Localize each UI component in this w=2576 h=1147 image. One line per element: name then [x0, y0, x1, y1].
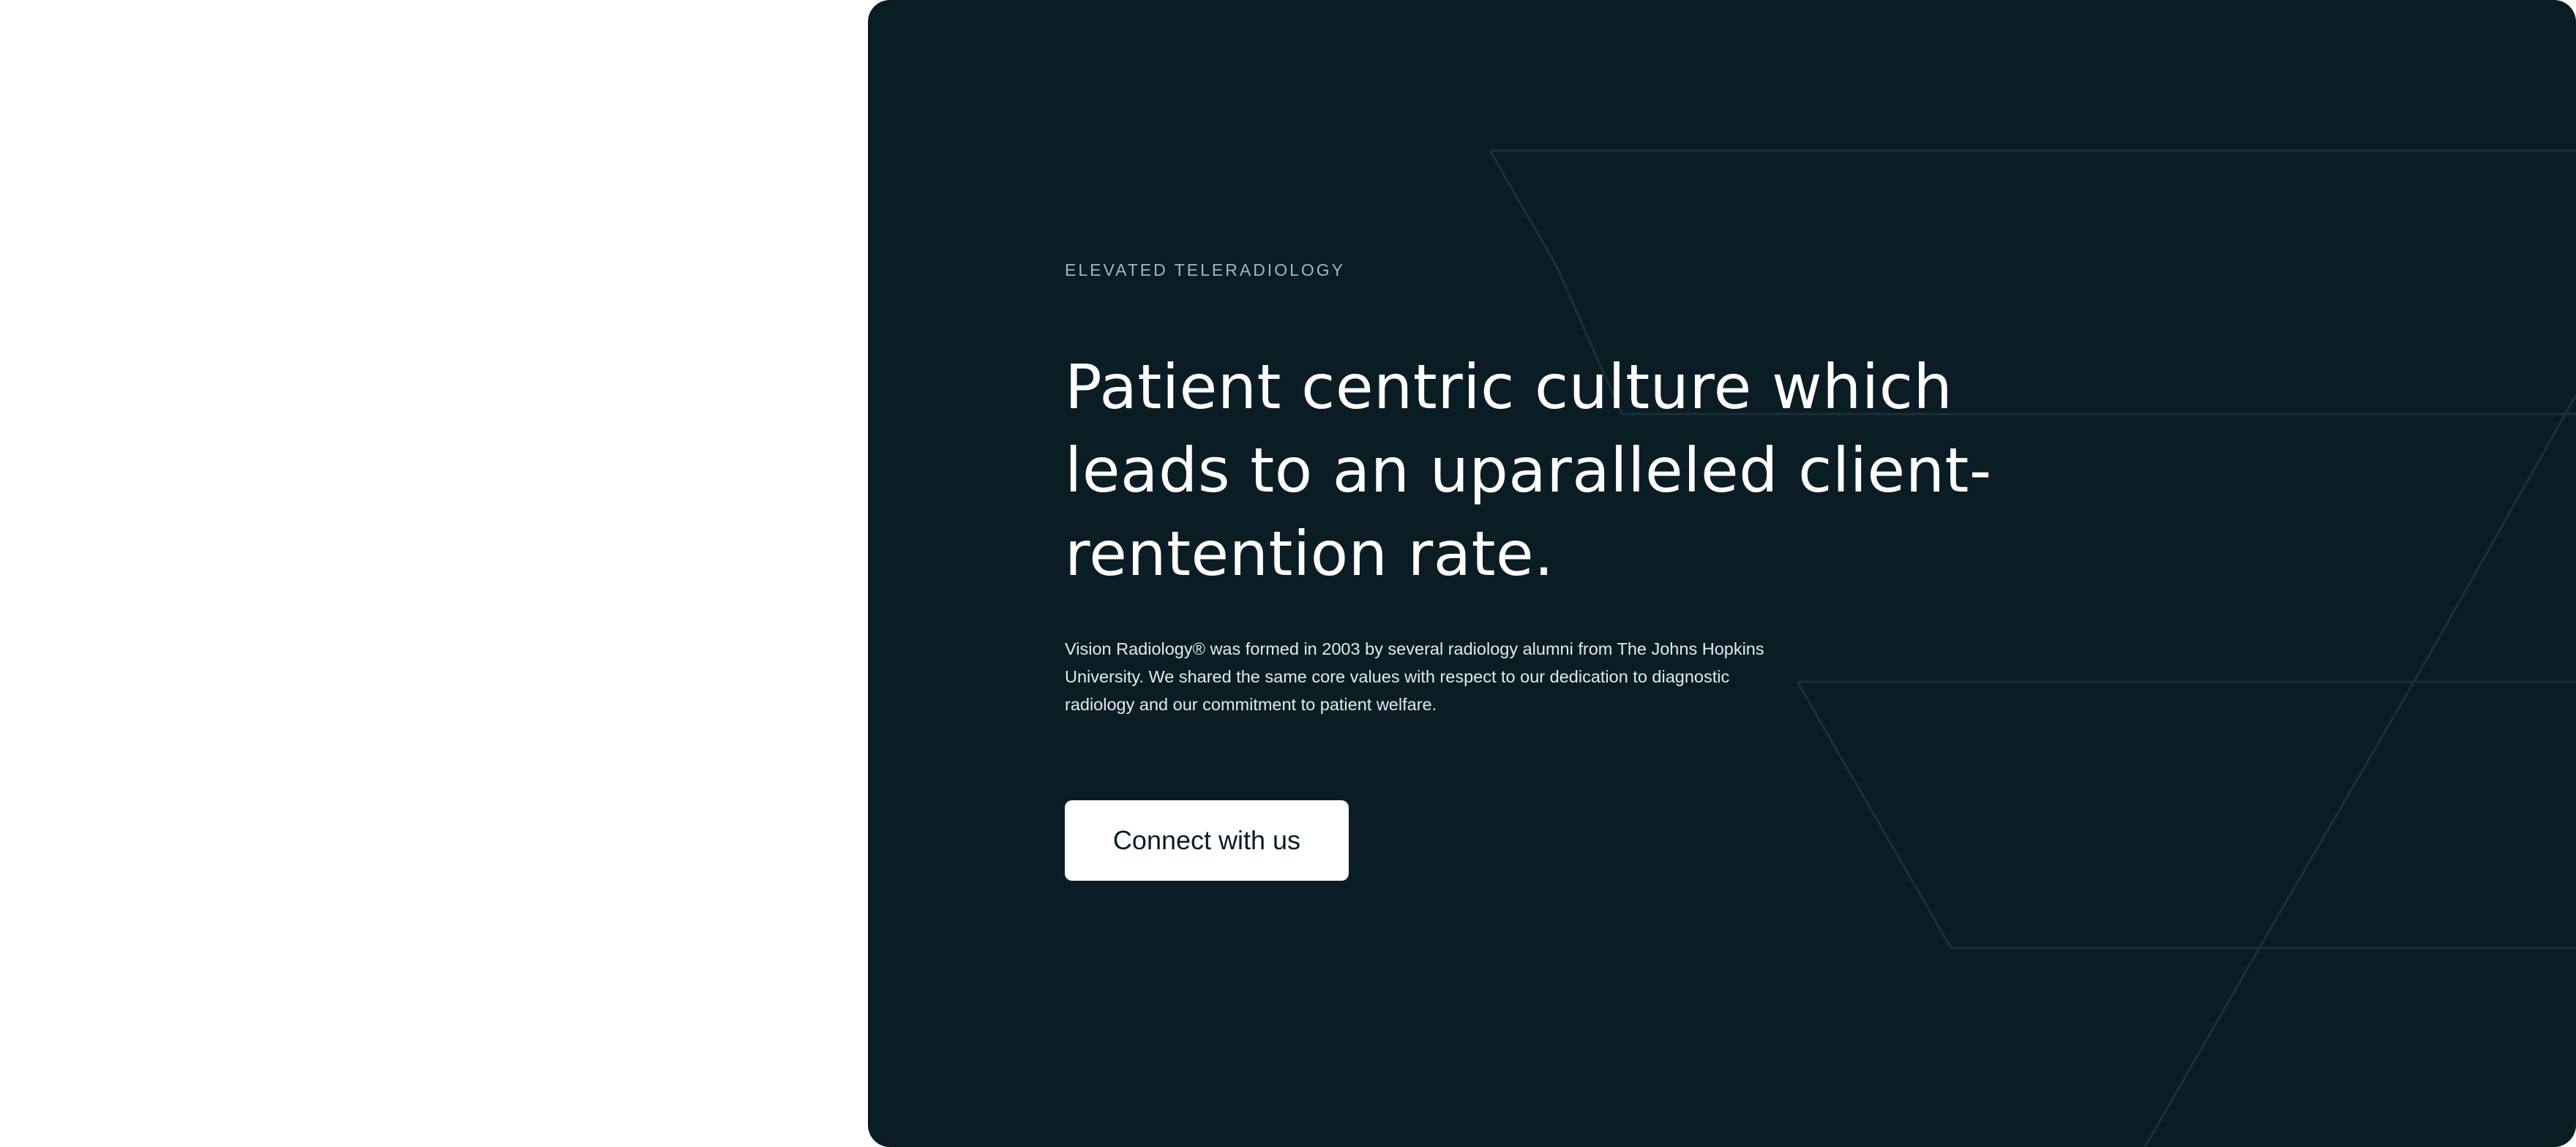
eyebrow-label: ELEVATED TELERADIOLOGY: [1065, 260, 1345, 279]
pattern-diagonal-upper: [2257, 394, 2576, 950]
pattern-parallelogram-bottom: [1796, 680, 2576, 949]
hero-description: Vision Radiology® was formed in 2003 by …: [1065, 639, 1764, 714]
hero-section: ELEVATED TELERADIOLOGY Patient centric c…: [868, 0, 2576, 1147]
connect-button[interactable]: Connect with us: [1065, 800, 1349, 881]
page: ELEVATED TELERADIOLOGY Patient centric c…: [0, 0, 2576, 1147]
hero-headline: Patient centric culture which leads to a…: [1065, 351, 1992, 590]
pattern-diagonal-lower: [2143, 949, 2260, 1147]
